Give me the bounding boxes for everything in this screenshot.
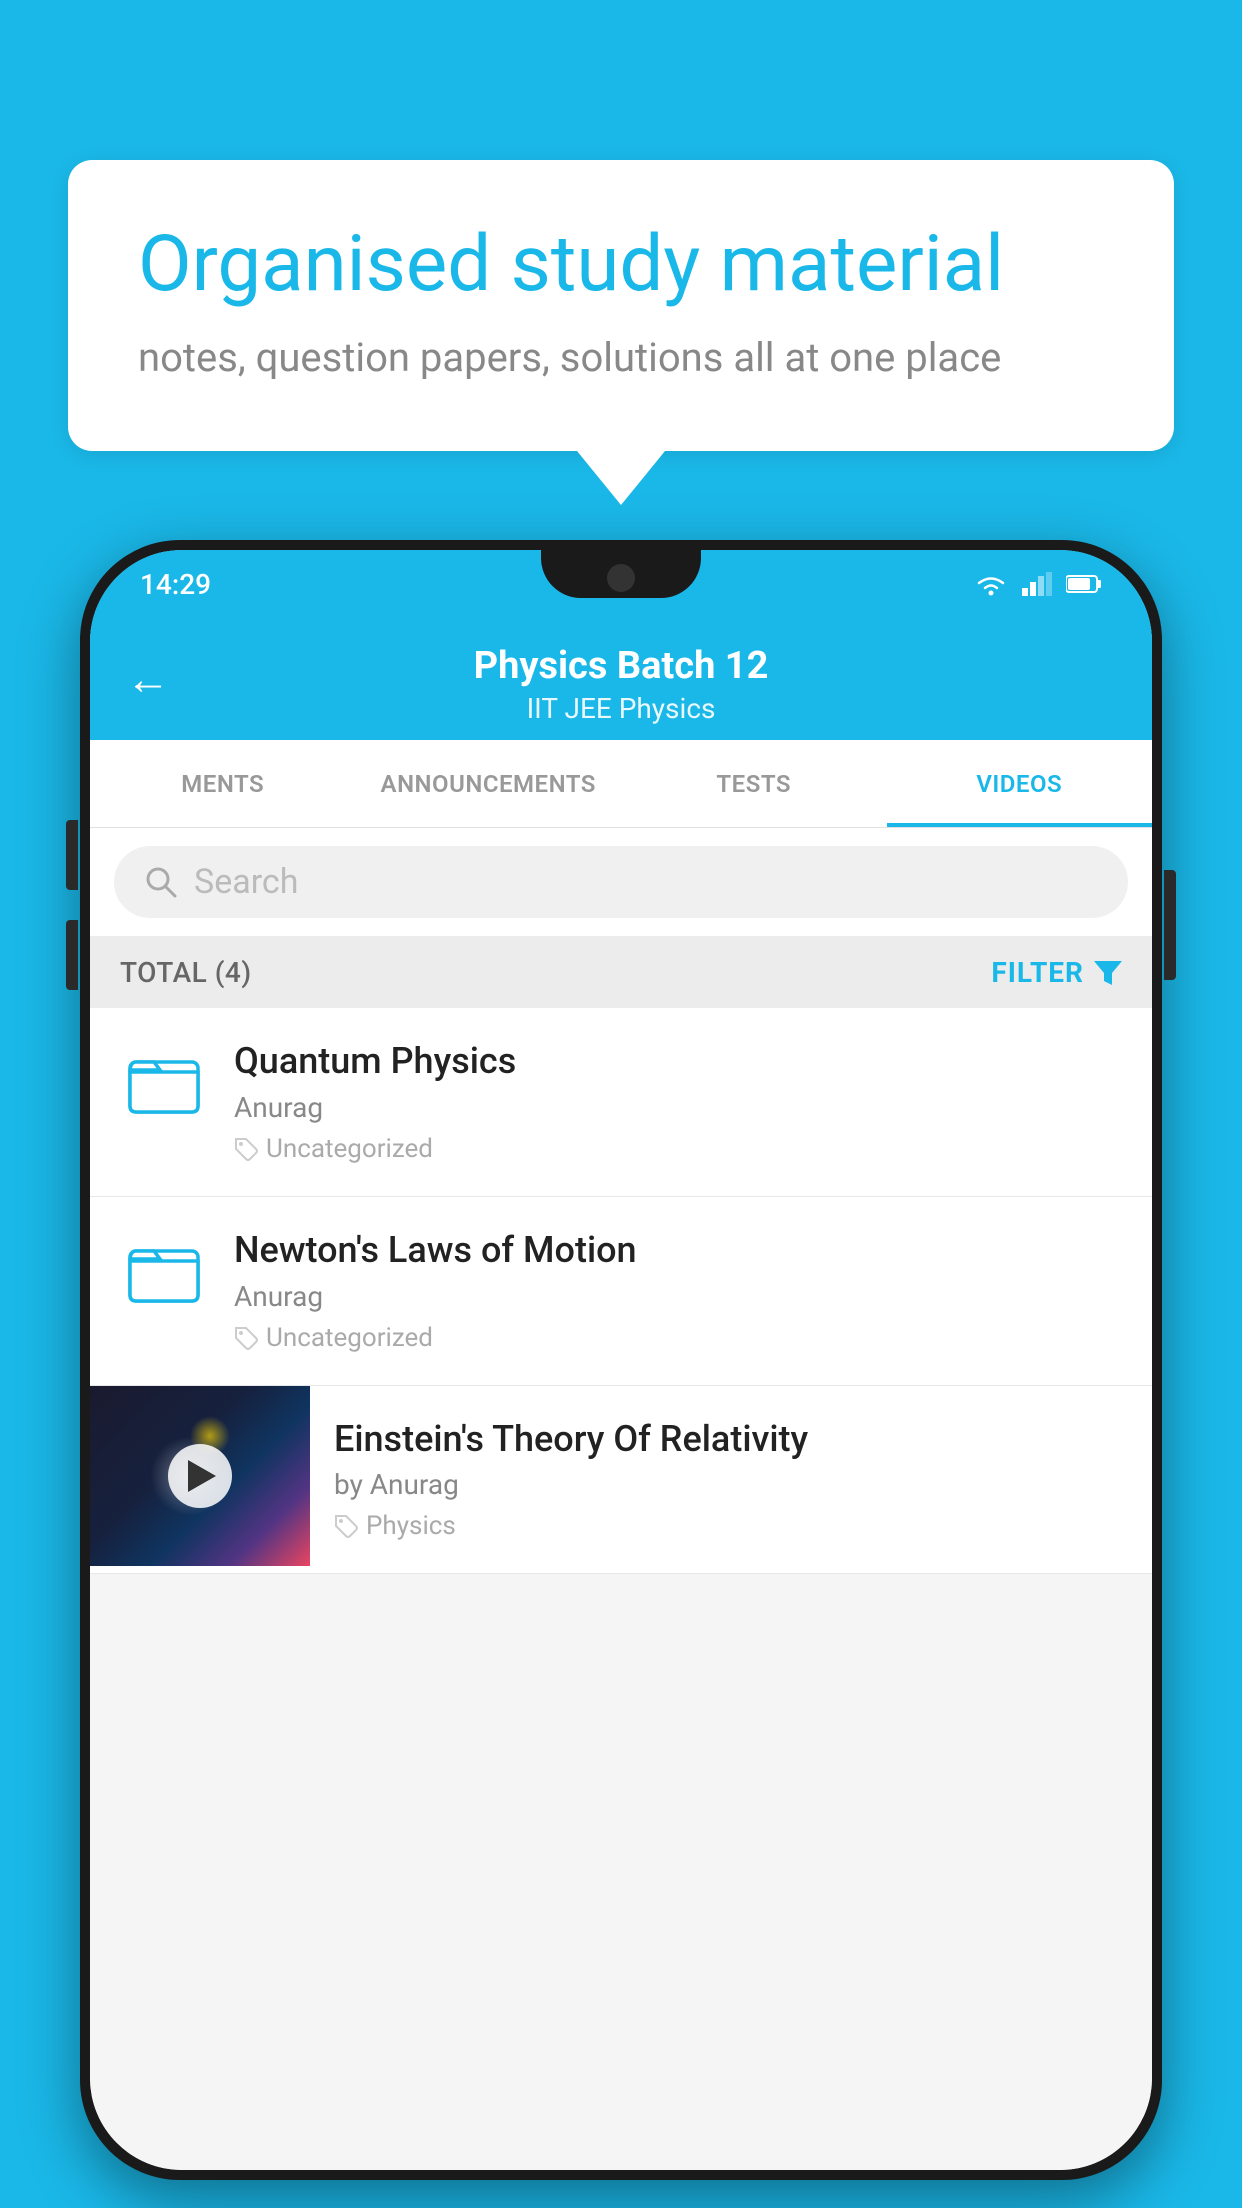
video-tag-2: Uncategorized (234, 1323, 1128, 1353)
back-button[interactable]: ← (126, 653, 170, 705)
tab-videos[interactable]: VIDEOS (887, 740, 1153, 827)
video-author: Anurag (234, 1091, 1128, 1124)
folder-icon-container (114, 1040, 214, 1116)
play-button[interactable] (168, 1444, 232, 1508)
signal-icon (1022, 572, 1052, 596)
folder-icon (124, 1044, 204, 1116)
volume-down-button[interactable] (66, 920, 78, 990)
video-thumbnail (90, 1386, 310, 1566)
folder-icon-2 (124, 1233, 204, 1305)
search-icon (144, 865, 178, 899)
status-time: 14:29 (140, 568, 211, 601)
speech-bubble: Organised study material notes, question… (68, 160, 1174, 505)
filter-bar: TOTAL (4) FILTER (90, 936, 1152, 1008)
total-count: TOTAL (4) (120, 956, 252, 989)
video-title: Quantum Physics (234, 1040, 1128, 1083)
video-item-content: Quantum Physics Anurag Uncategorized (234, 1040, 1128, 1164)
video-item-quantum[interactable]: Quantum Physics Anurag Uncategorized (90, 1008, 1152, 1197)
speech-bubble-title: Organised study material (138, 220, 1104, 310)
phone-screen: 14:29 (90, 550, 1152, 2170)
video-item-content-3: Einstein's Theory Of Relativity by Anura… (310, 1386, 1152, 1573)
video-item-content-2: Newton's Laws of Motion Anurag Uncategor… (234, 1229, 1128, 1353)
videos-content: Search TOTAL (4) FILTER (90, 828, 1152, 2170)
screen-content: 14:29 (90, 550, 1152, 2170)
search-placeholder: Search (194, 862, 298, 902)
folder-icon-container-2 (114, 1229, 214, 1305)
filter-icon (1094, 959, 1122, 985)
power-button[interactable] (1164, 870, 1176, 980)
tab-bar: MENTS ANNOUNCEMENTS TESTS VIDEOS (90, 740, 1152, 828)
filter-button[interactable]: FILTER (991, 956, 1122, 989)
app-header: ← Physics Batch 12 IIT JEE Physics (90, 618, 1152, 740)
phone-mockup: 14:29 (80, 540, 1162, 2180)
video-title-2: Newton's Laws of Motion (234, 1229, 1128, 1272)
search-bar[interactable]: Search (114, 846, 1128, 918)
volume-up-button[interactable] (66, 820, 78, 890)
video-tag: Uncategorized (234, 1134, 1128, 1164)
tab-announcements[interactable]: ANNOUNCEMENTS (356, 740, 622, 827)
screen-top-area: 14:29 (90, 550, 1152, 828)
status-bar: 14:29 (90, 550, 1152, 618)
tag-icon-3 (334, 1514, 358, 1538)
video-author-3: by Anurag (334, 1468, 1128, 1501)
search-container: Search (90, 828, 1152, 936)
video-title-3: Einstein's Theory Of Relativity (334, 1418, 1128, 1460)
status-icons (974, 571, 1102, 597)
speech-bubble-arrow (577, 451, 665, 505)
video-item-einstein[interactable]: Einstein's Theory Of Relativity by Anura… (90, 1386, 1152, 1574)
speech-bubble-subtitle: notes, question papers, solutions all at… (138, 334, 1104, 381)
battery-icon (1066, 574, 1102, 594)
video-item-newton[interactable]: Newton's Laws of Motion Anurag Uncategor… (90, 1197, 1152, 1386)
tag-icon (234, 1137, 258, 1161)
wifi-icon (974, 571, 1008, 597)
app-subtitle: IIT JEE Physics (527, 692, 716, 725)
play-triangle-icon (188, 1460, 216, 1492)
phone-outer: 14:29 (80, 540, 1162, 2180)
tab-tests[interactable]: TESTS (621, 740, 887, 827)
speech-bubble-card: Organised study material notes, question… (68, 160, 1174, 451)
app-title: Physics Batch 12 (474, 644, 769, 688)
tab-ments[interactable]: MENTS (90, 740, 356, 827)
video-tag-3: Physics (334, 1511, 1128, 1541)
tag-icon-2 (234, 1326, 258, 1350)
video-author-2: Anurag (234, 1280, 1128, 1313)
